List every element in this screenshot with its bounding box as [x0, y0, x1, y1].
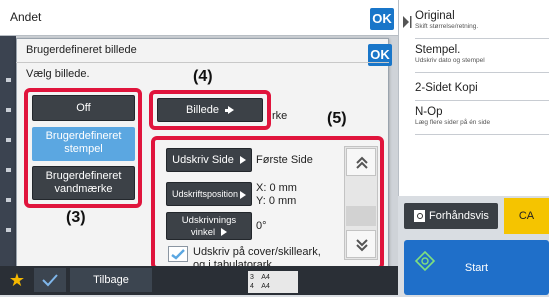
custom-stamp-option-button[interactable]: Brugerdefineret stempel	[32, 127, 135, 161]
print-angle-button[interactable]: Udskrivnings vinkel	[166, 212, 252, 240]
strip-marker	[6, 168, 11, 172]
scroll-thumb[interactable]	[346, 206, 376, 226]
position-y-value: Y: 0 mm	[256, 195, 297, 207]
arrow-right-icon	[221, 228, 228, 237]
off-option-label: Off	[76, 102, 91, 114]
arrow-right-icon	[240, 190, 247, 199]
menu-item-n-up[interactable]: N-Op Læg flere sider på én side	[415, 106, 490, 126]
star-icon[interactable]: ★	[4, 268, 30, 292]
menu-item-original[interactable]: Original Skift størrelse/retning.	[415, 10, 478, 30]
start-button[interactable]: Start	[404, 240, 549, 295]
dialog-title: Brugerdefineret billede	[26, 44, 137, 56]
custom-stamp-label-line2: stempel	[64, 143, 103, 155]
strip-marker	[6, 138, 11, 142]
custom-watermark-label-line2: vandmærke	[54, 183, 113, 195]
page-row: 4 A4	[250, 283, 270, 290]
callout-4: (4)	[193, 68, 213, 85]
print-position-value: X: 0 mm Y: 0 mm	[256, 182, 297, 208]
page-list: 3 A4 4 A4	[248, 271, 298, 293]
window-header: Andet	[0, 0, 398, 36]
arrow-right-icon	[239, 156, 246, 165]
double-chevron-down-icon	[356, 239, 368, 252]
custom-watermark-option-button[interactable]: Brugerdefineret vandmærke	[32, 166, 135, 200]
clear-all-button[interactable]: CA	[504, 198, 549, 234]
menu-divider	[415, 100, 549, 101]
double-chevron-up-icon	[356, 156, 368, 169]
menu-item-original-label: Original	[415, 10, 455, 22]
print-page-button[interactable]: Udskriv Side	[166, 148, 252, 172]
preview-icon	[414, 210, 425, 223]
left-tab-strip	[0, 36, 16, 266]
checkmark-icon[interactable]	[34, 268, 66, 292]
print-page-label: Udskriv Side	[172, 154, 234, 166]
strip-marker	[6, 198, 11, 202]
strip-marker	[6, 78, 11, 82]
menu-item-original-sub: Skift størrelse/retning.	[415, 23, 479, 30]
print-cover-checkbox[interactable]	[168, 246, 188, 262]
preview-label: Forhåndsvis	[429, 210, 489, 222]
strip-marker	[6, 228, 11, 232]
menu-item-duplex[interactable]: 2-Sidet Kopi	[415, 82, 478, 94]
position-x-value: X: 0 mm	[256, 182, 297, 194]
menu-item-stamp[interactable]: Stempel. Udskriv dato og stempel	[415, 44, 485, 64]
callout-3: (3)	[66, 209, 86, 226]
menu-item-duplex-label: 2-Sidet Kopi	[415, 82, 478, 94]
menu-item-stamp-sub: Udskriv dato og stempel	[415, 57, 485, 64]
off-option-button[interactable]: Off	[32, 95, 135, 121]
right-function-panel: Original Skift størrelse/retning. Stempe…	[398, 0, 549, 196]
print-position-button[interactable]: Udskriftsposition	[166, 182, 252, 206]
image-suffix-text: rke	[272, 110, 288, 122]
dialog-divider	[16, 62, 389, 63]
callout-5: (5)	[327, 110, 347, 127]
preview-button[interactable]: Forhåndsvis	[404, 203, 498, 229]
arrow-right-icon	[228, 106, 235, 115]
print-page-value: Første Side	[256, 154, 313, 166]
print-angle-label-line2: vinkel	[190, 227, 216, 238]
custom-watermark-label-line1: Brugerdefineret	[45, 170, 122, 182]
page-row: 3 A4	[250, 274, 270, 281]
strip-marker	[6, 108, 11, 112]
scroll-up-button[interactable]	[346, 148, 376, 176]
print-angle-value: 0°	[256, 220, 267, 232]
print-cover-label-line1: Udskriv på cover/skilleark,	[193, 246, 321, 258]
scroll-down-button[interactable]	[346, 230, 376, 258]
menu-item-n-up-label: N-Op	[415, 106, 443, 118]
start-label: Start	[464, 262, 489, 274]
menu-divider	[415, 72, 549, 73]
menu-divider	[415, 134, 549, 135]
back-button[interactable]: Tilbage	[70, 268, 152, 292]
header-ok-button[interactable]: OK	[370, 8, 394, 30]
menu-item-stamp-label: Stempel.	[415, 44, 461, 56]
window-title: Andet	[10, 10, 42, 24]
custom-stamp-label-line1: Brugerdefineret	[45, 130, 122, 142]
print-position-label: Udskriftsposition	[171, 189, 239, 199]
image-select-button[interactable]: Billede	[157, 98, 263, 122]
dialog-prompt: Vælg billede.	[26, 68, 90, 80]
menu-item-n-up-sub: Læg flere sider på én side	[415, 119, 491, 126]
image-button-label: Billede	[185, 104, 220, 116]
expand-icon[interactable]	[401, 4, 413, 40]
print-angle-label-line1: Udskrivnings	[181, 215, 237, 226]
check-icon	[171, 249, 185, 260]
menu-divider	[415, 38, 549, 39]
